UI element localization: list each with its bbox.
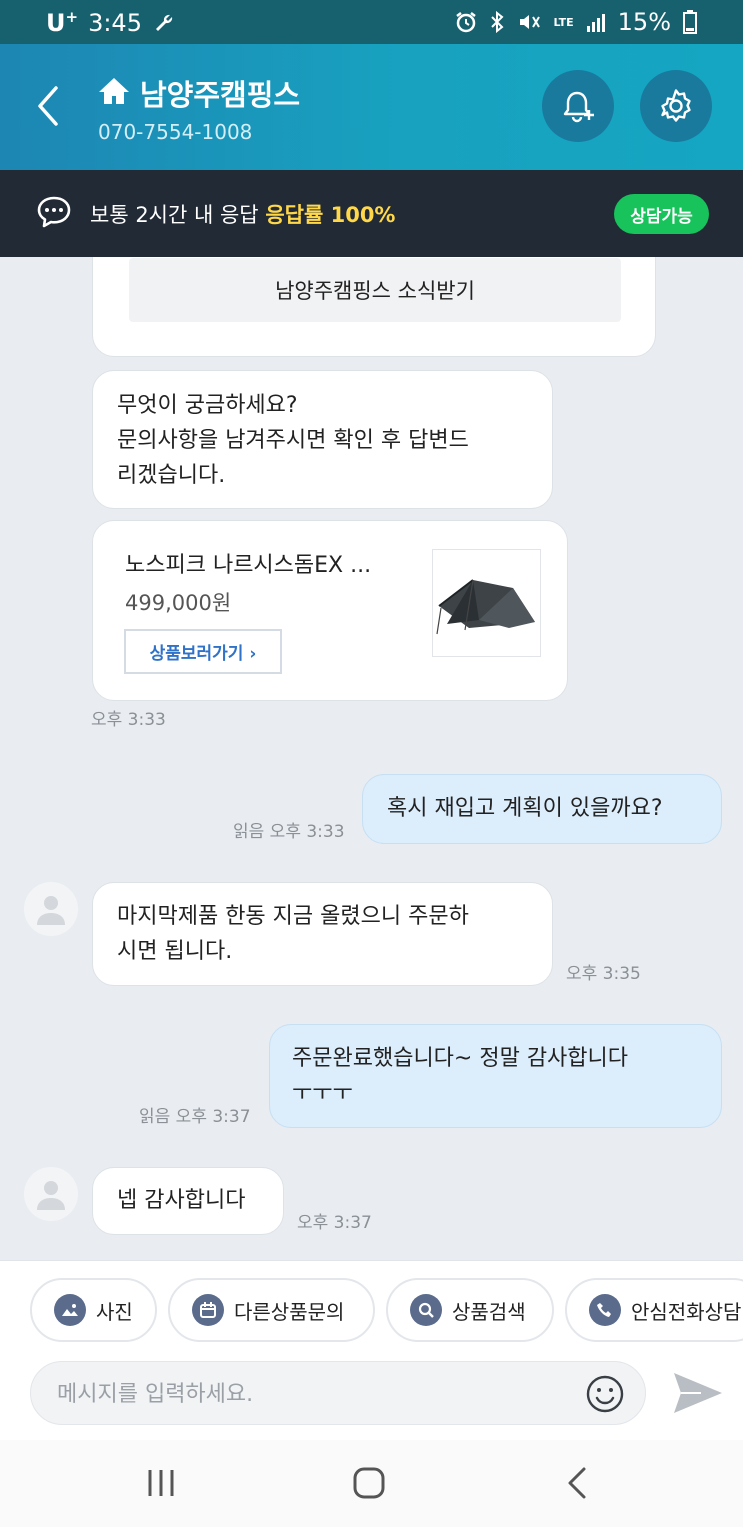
back-nav-button[interactable] <box>564 1466 590 1504</box>
chip-label: 상품검색 <box>452 1299 526 1324</box>
user-icon <box>37 1181 65 1210</box>
chat-header: 남양주캠핑스 070-7554-1008 <box>0 44 743 170</box>
home-button[interactable] <box>352 1466 386 1504</box>
response-rate-text: 응답률 100% <box>265 203 396 227</box>
seller-message-bubble: 넵 감사합니다 <box>92 1167 284 1235</box>
subscribe-card: 남양주캠핑스 소식받기 <box>92 257 656 357</box>
message-text: 마지막제품 한동 지금 올렸으니 주문하 시면 됩니다. <box>117 904 469 964</box>
action-panel: 사진 다른상품문의 상품검색 안심전화상담 <box>0 1260 743 1440</box>
search-icon <box>410 1294 442 1326</box>
avatar[interactable] <box>24 1167 78 1221</box>
product-thumbnail[interactable] <box>432 549 541 657</box>
wrench-icon <box>152 11 176 35</box>
battery-text: 15% <box>617 8 671 36</box>
back-nav-icon <box>568 1467 586 1499</box>
shop-phone[interactable]: 070-7554-1008 <box>98 120 252 144</box>
recent-apps-button[interactable] <box>146 1466 176 1504</box>
calendar-icon <box>192 1294 224 1326</box>
my-message-bubble: 혹시 재입고 계획이 있을까요? <box>362 774 722 844</box>
response-time-text: 보통 2시간 내 응답 <box>90 203 259 227</box>
emoji-button[interactable] <box>585 1374 625 1418</box>
read-receipt-time: 읽음 오후 3:37 <box>139 1107 251 1127</box>
message-composer <box>30 1361 646 1425</box>
bluetooth-icon <box>489 11 505 33</box>
chip-label: 다른상품문의 <box>234 1299 345 1324</box>
system-nav-bar <box>0 1440 743 1527</box>
message-time: 오후 3:37 <box>297 1213 372 1233</box>
phone-icon <box>589 1294 621 1326</box>
status-badge: 상담가능 <box>614 194 709 234</box>
photo-button[interactable]: 사진 <box>30 1278 157 1342</box>
product-price: 499,000원 <box>125 591 232 615</box>
back-button[interactable] <box>30 82 66 130</box>
home-icon <box>98 76 130 110</box>
seller-message-bubble: 마지막제품 한동 지금 올렸으니 주문하 시면 됩니다. <box>92 882 553 986</box>
shop-title-row[interactable]: 남양주캠핑스 <box>98 72 300 114</box>
send-icon <box>674 1373 722 1413</box>
product-name: 노스피크 나르시스돔EX ... <box>125 553 372 578</box>
status-time: 3:45 <box>88 8 142 37</box>
smile-icon <box>586 1375 624 1413</box>
tent-image-icon <box>436 579 535 635</box>
bell-plus-icon <box>563 91 594 123</box>
view-product-button[interactable]: 상품보러가기 › <box>124 629 282 674</box>
product-card[interactable]: 노스피크 나르시스돔EX ... 499,000원 상품보러가기 › <box>92 520 568 701</box>
message-text: 넵 감사합니다 <box>117 1188 246 1213</box>
message-input[interactable] <box>57 1374 577 1414</box>
response-info-bar: 보통 2시간 내 응답 응답률 100% 상담가능 <box>0 170 743 257</box>
avatar[interactable] <box>24 882 78 936</box>
welcome-message-bubble: 무엇이 궁금하세요? 문의사항을 남겨주시면 확인 후 답변드 리겠습니다. <box>92 370 553 509</box>
alarm-icon <box>455 11 477 33</box>
message-text: 주문완료했습니다~ 정말 감사합니다 ㅜㅜㅜ <box>292 1046 629 1106</box>
message-time: 오후 3:33 <box>91 710 166 730</box>
photo-icon <box>54 1294 86 1326</box>
carrier-label: U+ <box>46 8 79 37</box>
response-info-text: 보통 2시간 내 응답 응답률 100% <box>90 199 395 229</box>
settings-button[interactable] <box>640 70 712 142</box>
chip-label: 사진 <box>96 1299 133 1324</box>
gear-icon <box>661 89 691 122</box>
battery-icon <box>683 10 697 34</box>
chat-area[interactable]: 남양주캠핑스 소식받기 무엇이 궁금하세요? 문의사항을 남겨주시면 확인 후 … <box>0 257 743 1260</box>
shop-title: 남양주캠핑스 <box>140 78 301 112</box>
message-time: 오후 3:35 <box>566 964 641 984</box>
mute-icon <box>517 11 541 33</box>
safe-call-button[interactable]: 안심전화상담 <box>565 1278 743 1342</box>
send-button[interactable] <box>672 1369 724 1421</box>
chip-label: 안심전화상담 <box>631 1299 742 1324</box>
status-bar: U+ 3:45 LTE 15% <box>0 0 743 44</box>
welcome-message-text: 무엇이 궁금하세요? 문의사항을 남겨주시면 확인 후 답변드 리겠습니다. <box>117 393 469 488</box>
chevron-left-icon <box>38 86 58 126</box>
subscribe-button[interactable]: 남양주캠핑스 소식받기 <box>129 258 621 322</box>
message-text: 혹시 재입고 계획이 있을까요? <box>387 796 663 821</box>
notification-subscribe-button[interactable] <box>542 70 614 142</box>
chat-bubble-icon <box>36 194 72 234</box>
product-search-button[interactable]: 상품검색 <box>386 1278 554 1342</box>
read-receipt-time: 읽음 오후 3:33 <box>233 822 345 842</box>
lte-indicator: LTE <box>553 15 574 29</box>
user-icon <box>37 896 65 925</box>
other-product-inquiry-button[interactable]: 다른상품문의 <box>168 1278 375 1342</box>
home-nav-icon <box>353 1467 385 1499</box>
signal-icon <box>586 12 606 32</box>
recent-apps-icon <box>148 1470 174 1496</box>
my-message-bubble: 주문완료했습니다~ 정말 감사합니다 ㅜㅜㅜ <box>269 1024 722 1128</box>
